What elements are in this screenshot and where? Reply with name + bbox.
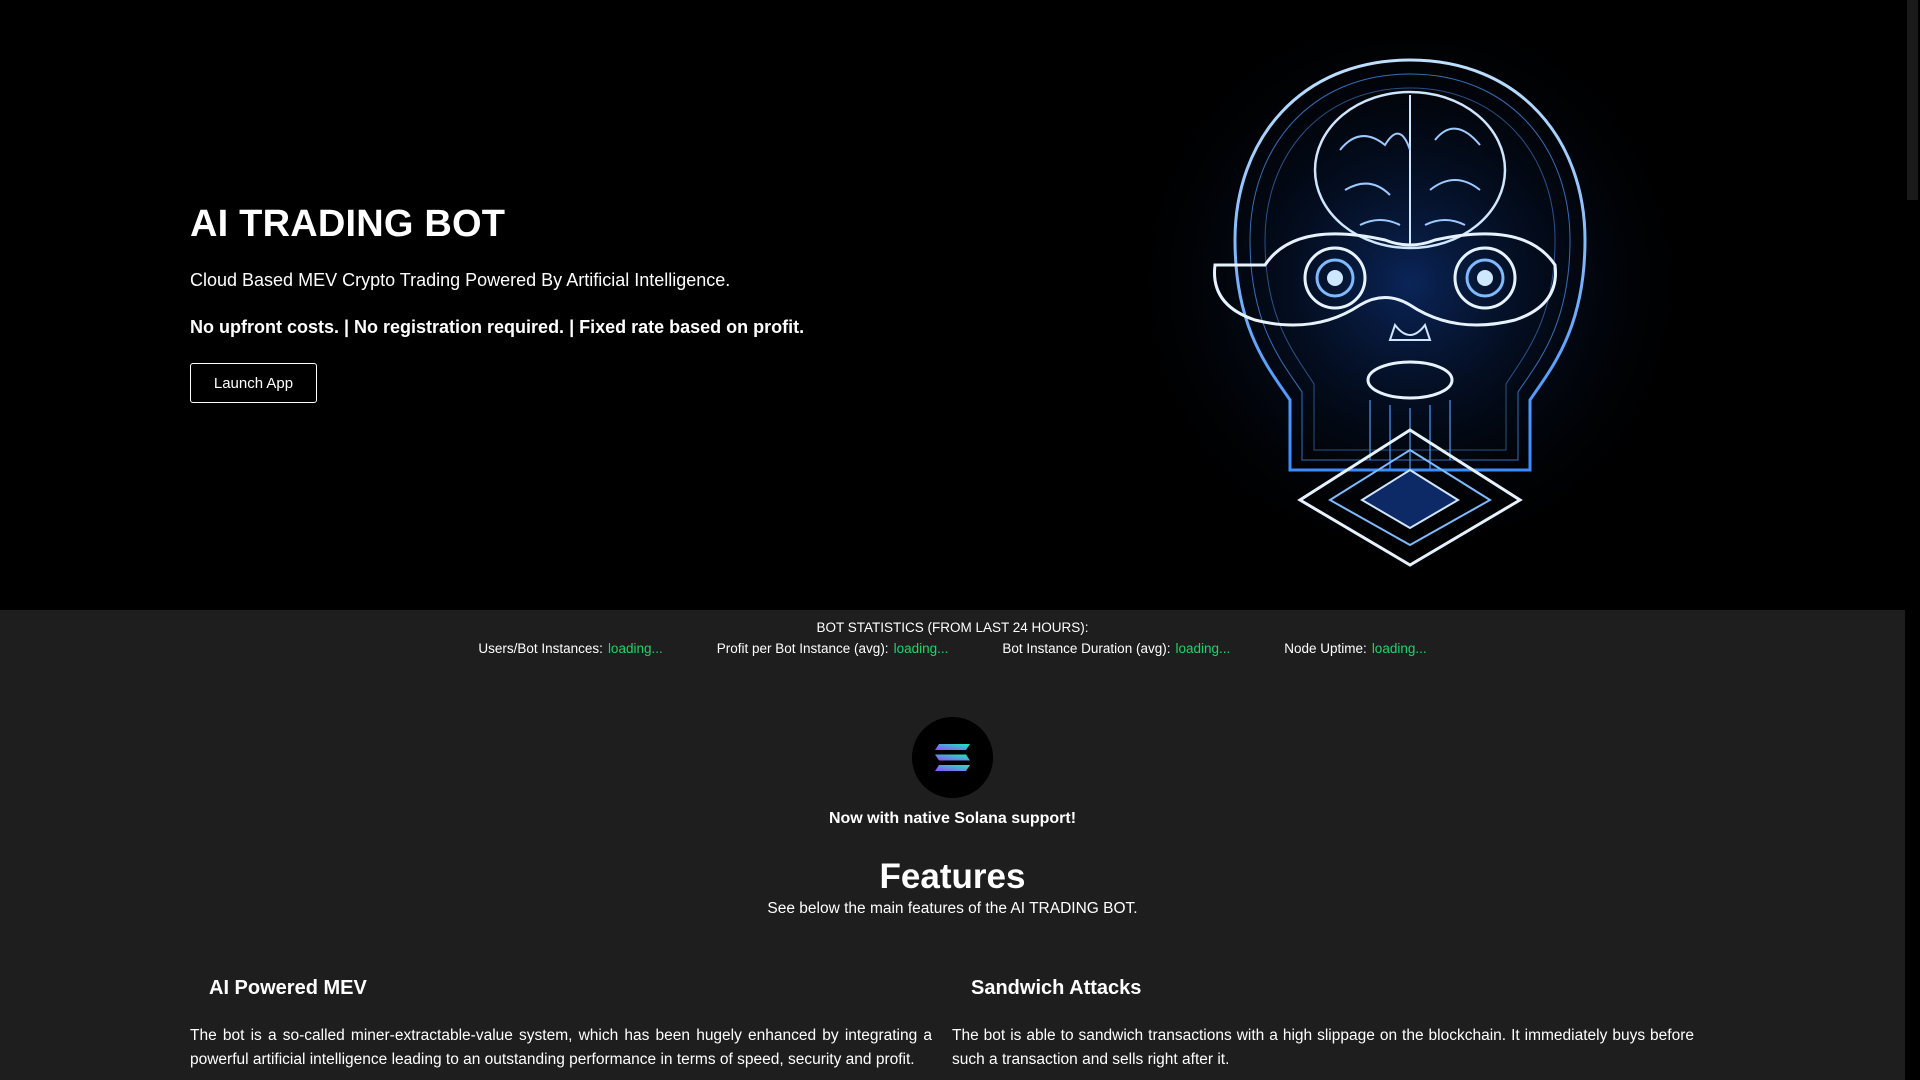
stat-profit: Profit per Bot Instance (avg): loading..… [717, 641, 949, 656]
stat-value: loading... [1371, 641, 1427, 656]
feature-title: AI Powered MEV [209, 977, 367, 999]
stat-value: loading... [607, 641, 663, 656]
hero-title: AI TRADING BOT [190, 203, 506, 245]
stat-users: Users/Bot Instances: loading... [478, 641, 662, 656]
stat-label: Node Uptime: [1284, 641, 1367, 656]
stat-label: Users/Bot Instances: [478, 641, 603, 656]
ai-robot-head-illustration [1140, 40, 1680, 580]
page-scrollbar[interactable] [1905, 0, 1920, 1080]
feature-title: Sandwich Attacks [971, 977, 1142, 999]
stat-label: Profit per Bot Instance (avg): [716, 641, 889, 656]
stat-duration: Bot Instance Duration (avg): loading... [1002, 641, 1230, 656]
stats-row: Users/Bot Instances: loading... Profit p… [0, 641, 1905, 656]
hero-tagline: No upfront costs. | No registration requ… [190, 317, 805, 337]
features-subtitle: See below the main features of the AI TR… [767, 900, 1138, 917]
solana-support-text: Now with native Solana support! [828, 810, 1077, 827]
stat-value: loading... [893, 641, 949, 656]
solana-logo-icon [912, 717, 993, 798]
stat-label: Bot Instance Duration (avg): [1002, 641, 1171, 656]
hero-subtitle: Cloud Based MEV Crypto Trading Powered B… [190, 270, 731, 290]
scrollbar-thumb[interactable] [1907, 0, 1918, 200]
hero-section: AI TRADING BOT Cloud Based MEV Crypto Tr… [0, 0, 1905, 610]
page: AI TRADING BOT Cloud Based MEV Crypto Tr… [0, 0, 1905, 1080]
stat-uptime: Node Uptime: loading... [1284, 641, 1426, 656]
solana-features-section: Now with native Solana support! Features… [0, 667, 1905, 1080]
launch-app-button[interactable]: Launch App [190, 363, 317, 403]
feature-body: The bot is a so-called miner-extractable… [190, 1027, 932, 1068]
features-title: Features [879, 857, 1026, 896]
feature-body: The bot is able to sandwich transactions… [952, 1027, 1694, 1068]
stat-value: loading... [1175, 641, 1231, 656]
bot-statistics-bar: BOT STATISTICS (FROM LAST 24 HOURS): Use… [0, 610, 1905, 667]
stats-title: BOT STATISTICS (FROM LAST 24 HOURS): [816, 620, 1089, 635]
